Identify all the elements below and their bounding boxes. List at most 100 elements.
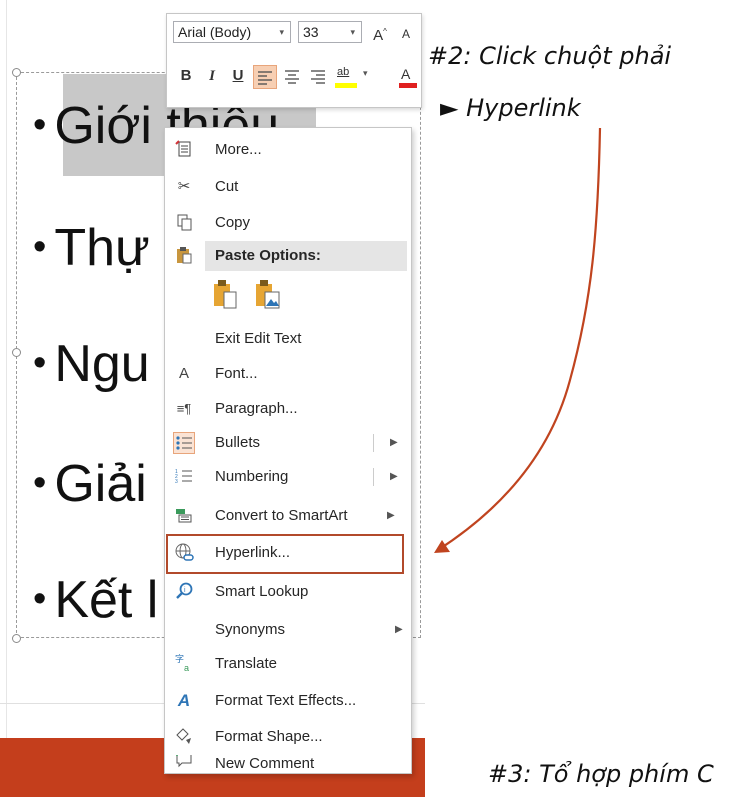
submenu-arrow-icon: ▶ [390,471,398,482]
align-left-icon [258,71,272,85]
menu-item-label: New Comment [215,755,315,772]
hyperlink-highlight-box [166,534,404,574]
submenu-arrow-icon: ▶ [387,510,395,521]
menu-item-label: Font... [215,365,258,382]
text-effects-icon: A [177,691,191,710]
align-center-icon [285,70,299,84]
chevron-down-icon[interactable]: ▾ [279,22,284,42]
align-right-button[interactable] [307,65,331,89]
step3-note: #3: Tổ hợp phím C [488,760,714,788]
new-comment-icon [173,755,195,771]
paste-icon [173,245,195,267]
menu-item-cut[interactable]: ✂ Cut [165,172,411,202]
align-left-button[interactable] [253,65,277,89]
menu-item-label: Translate [215,655,277,672]
svg-text:3: 3 [175,479,178,485]
menu-item-font[interactable]: A Font... [165,359,411,389]
step2-note: #2: Click chuột phải [428,42,672,70]
menu-item-label: Exit Edit Text [215,330,302,347]
resize-handle-top-left[interactable] [12,68,21,77]
menu-item-exit-edit-text[interactable]: Exit Edit Text [165,324,411,354]
slide-border [6,0,7,740]
menu-item-label: Paragraph... [215,400,298,417]
highlight-color-button[interactable]: ab ▾ [335,64,375,90]
menu-item-label: Copy [215,214,251,231]
paragraph-icon: ≡¶ [176,401,192,416]
paste-keep-format-icon [214,280,237,309]
menu-item-smart-lookup[interactable]: i Smart Lookup [165,577,411,607]
divider [373,434,374,452]
arrow-annotation [434,127,602,553]
menu-item-label: Smart Lookup [215,583,309,600]
bullet-text: Giải [54,455,147,513]
font-name-value: Arial (Body) [178,24,252,40]
menu-item-bullets[interactable]: Bullets ▶ [165,428,411,458]
paste-as-picture-button[interactable] [253,278,283,312]
menu-item-numbering[interactable]: 123 Numbering ▶ [165,462,411,492]
align-right-icon [311,70,325,84]
smart-lookup-icon: i [173,581,195,603]
paste-options-header: Paste Options: [165,241,411,271]
svg-text:a: a [184,663,189,673]
menu-item-copy[interactable]: Copy [165,208,411,238]
smartart-icon [173,505,195,527]
grow-font-button[interactable]: A^ [369,20,391,44]
menu-item-label: Synonyms [215,621,286,638]
paste-keep-formatting-button[interactable] [211,278,241,312]
menu-item-label: Paste Options: [215,247,321,264]
submenu-arrow-icon: ▶ [395,624,403,635]
font-size-combo[interactable]: 33 ▾ [298,21,362,43]
menu-item-label: Format Shape... [215,728,323,745]
bullet-item-5[interactable]: • Kết l [33,569,158,630]
italic-button[interactable]: I [201,64,223,88]
menu-item-paragraph[interactable]: ≡¶ Paragraph... [165,394,411,424]
chevron-down-icon[interactable]: ▾ [350,22,355,42]
menu-item-format-shape[interactable]: Format Shape... [165,722,411,752]
bold-button[interactable]: B [175,64,197,88]
menu-item-new-comment[interactable]: New Comment [165,755,411,773]
bullet-text: Kết l [54,571,159,629]
bullet-text: Ngu [54,335,150,393]
divider [373,468,374,486]
font-color-swatch [399,83,417,88]
numbering-icon: 123 [173,466,195,488]
svg-text:字: 字 [175,653,184,665]
menu-item-label: Convert to SmartArt [215,507,348,524]
menu-item-label: Numbering [215,468,289,485]
bullet-item-3[interactable]: • Ngu [33,333,150,394]
translate-icon: 字a [173,653,195,675]
chevron-down-icon[interactable]: ▾ [363,68,368,79]
menu-item-label: Bullets [215,434,261,451]
context-menu: More... ✂ Cut Copy Paste Options: Exit E… [164,127,412,774]
menu-item-more[interactable]: More... [165,135,411,165]
underline-button[interactable]: U [227,64,249,88]
font-name-combo[interactable]: Arial (Body) ▾ [173,21,291,43]
menu-item-label: More... [215,141,262,158]
font-color-button[interactable]: A [399,64,419,90]
bullets-icon [173,432,195,454]
scissors-icon: ✂ [177,178,191,195]
menu-item-format-text-effects[interactable]: A Format Text Effects... [165,686,411,716]
menu-item-synonyms[interactable]: Synonyms ▶ [165,615,411,645]
font-size-value: 33 [303,24,319,40]
highlighter-icon: ab [337,66,350,78]
resize-handle-middle-left[interactable] [12,348,21,357]
mini-toolbar: Arial (Body) ▾ 33 ▾ A^ A B I U ab ▾ A [166,13,422,108]
arrow-head-icon [434,540,450,553]
copy-icon [173,212,195,234]
highlight-swatch [335,83,357,88]
menu-item-translate[interactable]: 字a Translate [165,649,411,679]
bullet-text: Thự [54,219,150,277]
svg-text:i: i [184,587,186,594]
align-center-button[interactable] [281,65,305,89]
font-icon: A [178,365,189,382]
bullet-item-2[interactable]: • Thự [33,217,150,278]
submenu-arrow-icon: ▶ [390,437,398,448]
menu-item-label: Cut [215,178,239,195]
add-comment-icon [173,139,195,161]
menu-item-convert-smartart[interactable]: Convert to SmartArt ▶ [165,501,411,531]
bullet-item-4[interactable]: • Giải [33,453,147,514]
shrink-font-button[interactable]: A [395,22,417,46]
resize-handle-bottom-left[interactable] [12,634,21,643]
format-shape-icon [173,726,195,748]
